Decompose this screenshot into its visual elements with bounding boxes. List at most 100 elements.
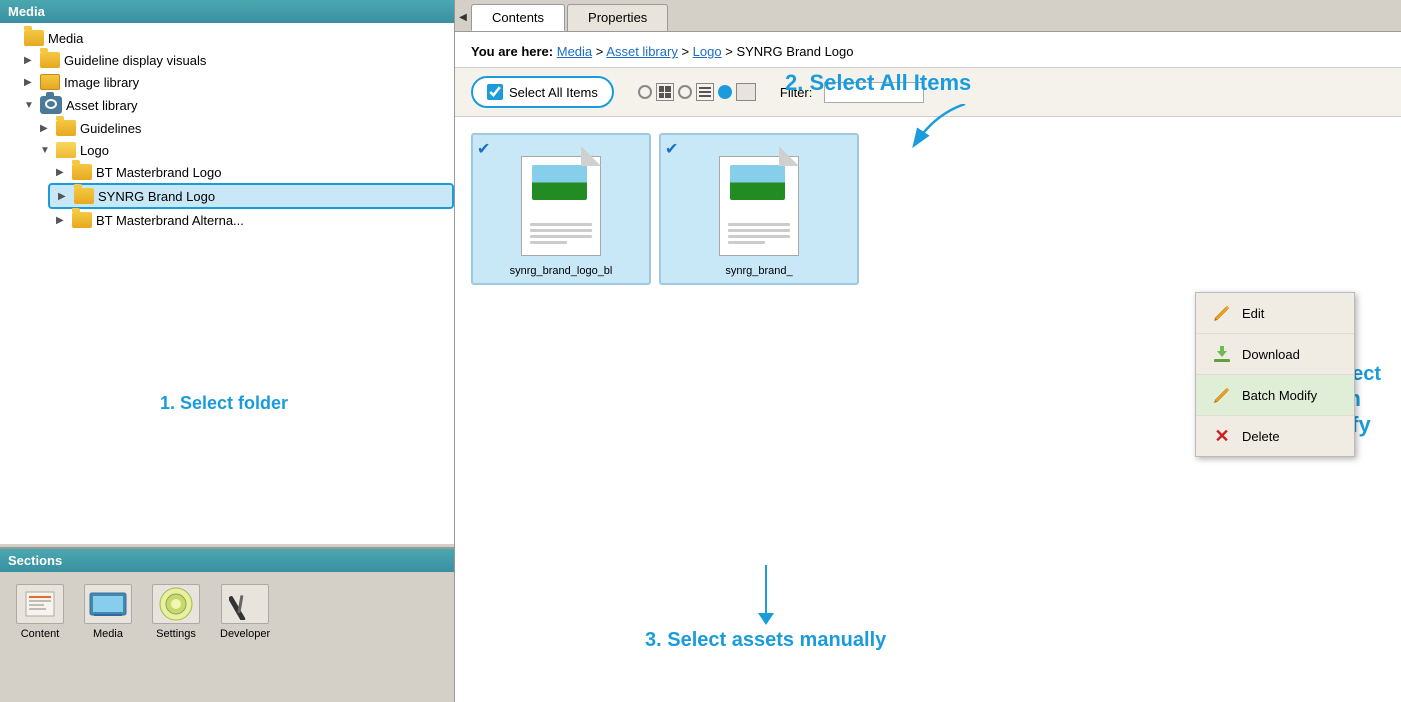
island-img <box>532 165 587 200</box>
asset-name-2: synrg_brand_ <box>667 265 851 277</box>
tab-properties[interactable]: Properties <box>567 4 668 31</box>
context-menu-delete[interactable]: ✕ Delete <box>1196 416 1354 456</box>
media-header-label: Media <box>8 4 45 19</box>
tree-item-bt-alternate[interactable]: ▶ BT Masterbrand Alterna... <box>48 209 454 231</box>
tree-item-media[interactable]: Media <box>0 27 454 49</box>
view-radio-3[interactable] <box>718 85 732 99</box>
folder-icon <box>56 120 76 136</box>
doc-lines <box>530 223 592 247</box>
context-menu-delete-label: Delete <box>1242 429 1280 444</box>
view-radio-2[interactable] <box>678 85 692 99</box>
doc-icon-2 <box>714 146 804 256</box>
select-all-checkbox[interactable] <box>487 84 503 100</box>
expand-arrow: ▼ <box>40 145 56 156</box>
filter-label: Filter: <box>780 85 813 100</box>
tree-label: Image library <box>64 75 139 90</box>
section-developer-label: Developer <box>220 628 270 640</box>
breadcrumb-media-link[interactable]: Media <box>557 44 592 59</box>
tree-item-image-library[interactable]: ▶ Image library <box>16 71 454 93</box>
tree-area: Media ▶ Guideline display visuals ▶ Imag… <box>0 23 454 544</box>
doc-lines-2 <box>728 223 790 247</box>
breadcrumb-label: You are here: <box>471 44 553 59</box>
doc-image-2 <box>730 165 785 200</box>
section-media[interactable]: Media <box>84 584 132 640</box>
developer-icon <box>221 584 269 624</box>
media-icon <box>84 584 132 624</box>
asset-thumb-2 <box>667 141 851 261</box>
view-detail-btn[interactable] <box>736 83 756 101</box>
tab-properties-label: Properties <box>588 10 647 25</box>
sections-header-label: Sections <box>8 553 62 568</box>
tree-item-asset-library[interactable]: ▼ Asset library <box>16 93 454 117</box>
section-settings[interactable]: Settings <box>152 584 200 640</box>
doc-icon-1 <box>516 146 606 256</box>
filter-input[interactable] <box>824 82 924 103</box>
breadcrumb-asset-library-link[interactable]: Asset library <box>606 44 678 59</box>
section-content-label: Content <box>21 628 60 640</box>
context-menu-edit-label: Edit <box>1242 306 1264 321</box>
tree-item-bt-masterbrand[interactable]: ▶ BT Masterbrand Logo <box>48 161 454 183</box>
view-grid-btn[interactable] <box>656 83 674 101</box>
folder-icon <box>40 52 60 68</box>
folder-open-icon <box>56 142 76 158</box>
section-settings-label: Settings <box>156 628 196 640</box>
asset-check-1: ✔ <box>477 139 490 159</box>
tab-contents[interactable]: Contents <box>471 4 565 31</box>
breadcrumb-logo-link[interactable]: Logo <box>693 44 722 59</box>
edit-icon <box>1212 303 1232 323</box>
content-area: You are here: Media > Asset library > Lo… <box>455 32 1401 702</box>
annotation-1-label: 1. Select folder <box>160 393 288 414</box>
context-menu-download-label: Download <box>1242 347 1300 362</box>
tree-item-synrg-brand[interactable]: ▶ SYNRG Brand Logo <box>48 183 454 209</box>
asset-thumb-1 <box>479 141 643 261</box>
collapse-button[interactable]: ◀ <box>455 4 471 31</box>
tree-label: SYNRG Brand Logo <box>98 189 215 204</box>
asset-item-2[interactable]: ✔ <box>659 133 859 285</box>
tree-item-guidelines[interactable]: ▶ Guidelines <box>32 117 454 139</box>
context-menu-download[interactable]: Download <box>1196 334 1354 375</box>
expand-arrow: ▼ <box>24 100 40 111</box>
settings-icon <box>152 584 200 624</box>
sections-header: Sections <box>0 549 454 572</box>
select-all-label: Select All Items <box>509 85 598 100</box>
section-content[interactable]: Content <box>16 584 64 640</box>
tree-item-logo[interactable]: ▼ Logo <box>32 139 454 161</box>
asset-item-1[interactable]: ✔ <box>471 133 651 285</box>
tab-contents-label: Contents <box>492 10 544 25</box>
sections-icons: Content Media <box>0 572 454 652</box>
annotation-1: 1. Select folder <box>160 343 288 414</box>
right-panel: ◀ Contents Properties You are here: Medi… <box>455 0 1401 702</box>
camera-icon <box>40 96 62 114</box>
select-all-container: Select All Items <box>471 76 614 108</box>
tree-label: Asset library <box>66 98 138 113</box>
view-options <box>638 83 756 101</box>
doc-image <box>532 165 587 200</box>
breadcrumb: You are here: Media > Asset library > Lo… <box>455 32 1401 68</box>
breadcrumb-sep3: > <box>725 44 736 59</box>
left-panel: Media Media ▶ Guideline display visuals … <box>0 0 455 702</box>
island-img-2 <box>730 165 785 200</box>
expand-arrow: ▶ <box>56 167 72 178</box>
toolbar: Select All Items Filter: <box>455 68 1401 117</box>
tree-label: Media <box>48 31 83 46</box>
section-developer[interactable]: Developer <box>220 584 270 640</box>
folder-icon <box>74 188 94 204</box>
folder-icon <box>24 30 44 46</box>
view-radio-1[interactable] <box>638 85 652 99</box>
breadcrumb-sep1: > <box>596 44 607 59</box>
view-list-btn[interactable] <box>696 83 714 101</box>
section-media-label: Media <box>93 628 123 640</box>
sections-panel: Sections Content <box>0 547 454 702</box>
expand-arrow: ▶ <box>24 55 40 66</box>
context-menu-edit[interactable]: Edit <box>1196 293 1354 334</box>
tree-item-guideline-display[interactable]: ▶ Guideline display visuals <box>16 49 454 71</box>
content-icon <box>16 584 64 624</box>
folder-icon <box>72 212 92 228</box>
folder-icon <box>72 164 92 180</box>
tree-label: BT Masterbrand Logo <box>96 165 222 180</box>
context-menu-batch-modify[interactable]: Batch Modify <box>1196 375 1354 416</box>
annotation-3: 3. Select assets manually <box>645 565 886 652</box>
doc-body <box>521 156 601 256</box>
folder-special-icon <box>40 74 60 90</box>
asset-grid: ✔ <box>455 117 1401 301</box>
